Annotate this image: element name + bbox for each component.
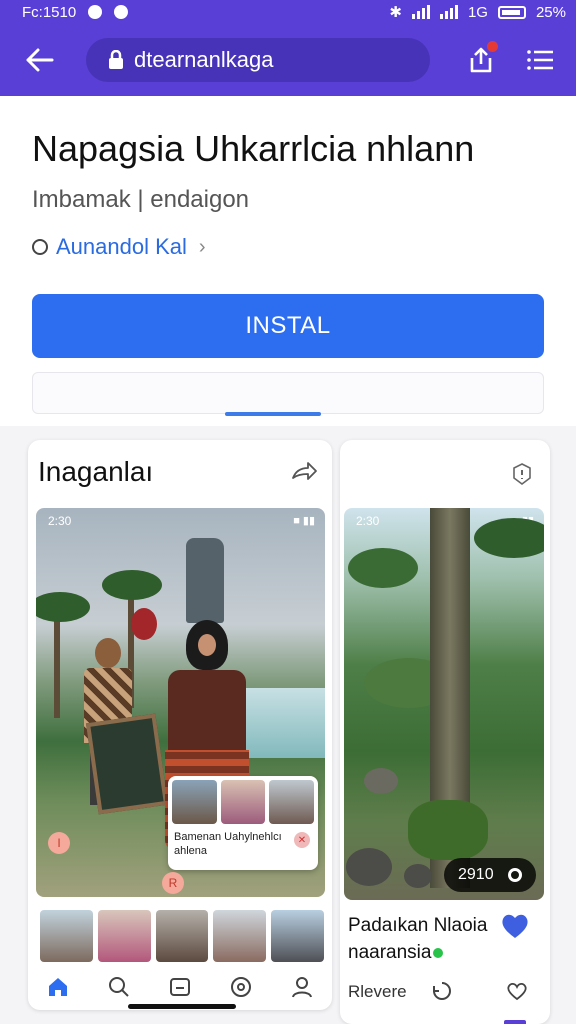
photo-counter[interactable]: 2910 <box>444 858 536 892</box>
thumbnail[interactable] <box>213 910 267 962</box>
palm-fronds <box>102 570 162 600</box>
lock-icon <box>109 50 123 69</box>
thumbnail-strip <box>40 910 324 962</box>
balloon <box>131 608 157 640</box>
post-title-line1: Padaıkan Nlaoia <box>348 915 488 936</box>
stone <box>404 864 432 888</box>
map-pin-icon[interactable]: R <box>162 872 184 894</box>
search-icon <box>109 977 129 997</box>
status-time: Fc:1510 <box>22 3 77 21</box>
back-arrow-icon <box>26 48 54 72</box>
screenshot-status-icons: ■ ▮▮ <box>293 515 315 527</box>
overlay-thumbnail[interactable] <box>172 780 217 824</box>
rock-tower <box>186 538 224 623</box>
framed-picture <box>85 713 169 815</box>
developer-name: Aunandol Kal <box>56 234 187 259</box>
photo-counter-value: 2910 <box>458 866 494 883</box>
post-title-line2: naaransia <box>348 942 432 963</box>
battery-percent: 25% <box>535 3 566 21</box>
share-button[interactable] <box>466 41 498 75</box>
overlay-thumbnail[interactable] <box>220 780 266 824</box>
thumbnail[interactable] <box>155 910 209 962</box>
notification-icon <box>88 5 103 19</box>
screenshot-status-time: 2:30 <box>48 514 72 528</box>
nav-messages[interactable] <box>167 974 193 1000</box>
battery-icon <box>497 5 526 19</box>
screenshot-status-time: 2:30 <box>356 514 380 528</box>
home-icon <box>49 978 68 996</box>
cell-signal-icon <box>439 5 458 19</box>
carousel-indicator <box>225 412 321 416</box>
browser-toolbar: dtearnanlkaga <box>0 24 576 96</box>
screenshot-title: Inaganlaı <box>38 456 154 487</box>
messages-icon <box>169 978 190 996</box>
screenshot-image-palm: 2:30 ■ ▮▮ 2910 <box>344 508 544 900</box>
menu-button[interactable] <box>526 45 556 75</box>
nav-search[interactable] <box>106 974 132 1000</box>
screenshot-card-left[interactable]: Inaganlaı 2:30 ■ ▮▮ Bamenan Uahylnehlcı … <box>28 440 332 1010</box>
home-indicator <box>128 1004 236 1009</box>
network-type-label: 1G <box>467 3 488 21</box>
heart-icon[interactable] <box>500 912 530 940</box>
more-link[interactable]: Rlevere <box>348 982 407 1002</box>
moss <box>408 800 488 860</box>
palm-trunk <box>54 608 60 718</box>
thumbnail[interactable] <box>97 910 151 962</box>
palm-fronds <box>36 592 90 622</box>
app-notification-icon <box>114 5 129 19</box>
nav-home[interactable] <box>45 974 71 1000</box>
install-button[interactable]: INSTAL <box>32 294 544 358</box>
stone <box>364 768 398 794</box>
explore-icon <box>230 977 251 997</box>
forward-icon[interactable] <box>290 460 318 484</box>
record-icon <box>507 868 522 882</box>
status-bar: Fc:1510 ✱ 1G 25% <box>0 0 576 24</box>
nav-explore[interactable] <box>228 974 254 1000</box>
developer-link[interactable]: Aunandol Kal › <box>32 234 206 260</box>
address-bar[interactable]: dtearnanlkaga <box>86 38 430 82</box>
palm-fronds <box>348 548 418 588</box>
secondary-bar <box>32 372 544 414</box>
close-icon[interactable]: ✕ <box>294 832 310 848</box>
post-title: Padaıkan Nlaoia naaransia <box>348 912 498 966</box>
tab-indicator <box>504 1020 526 1024</box>
overlay-thumbnail[interactable] <box>269 780 315 824</box>
developer-circle-icon <box>32 239 48 255</box>
screenshot-card-right[interactable]: 2:30 ■ ▮▮ 2910 Padaıkan Nlaoia naaransia… <box>340 440 550 1024</box>
app-subtitle: Imbamak | endaigon <box>32 186 250 213</box>
profile-icon <box>291 977 312 998</box>
back-button[interactable] <box>20 40 60 80</box>
nav-profile[interactable] <box>289 974 315 1000</box>
thumbnail[interactable] <box>40 910 93 962</box>
map-pin-icon[interactable]: I <box>48 832 70 854</box>
url-text: dtearnanlkaga <box>134 47 274 72</box>
bluetooth-icon: ✱ <box>389 4 402 21</box>
notification-badge <box>487 41 498 52</box>
online-status-icon <box>433 947 444 958</box>
wifi-signal-icon <box>411 5 430 19</box>
chevron-right-icon: › <box>198 235 206 258</box>
favorite-outline-icon <box>507 982 527 1001</box>
info-icon[interactable] <box>510 462 534 486</box>
menu-icon <box>527 50 553 70</box>
screenshot-image-beach: 2:30 ■ ▮▮ Bamenan Uahylnehlcı ahlena ✕ I… <box>36 508 325 897</box>
people-overlay-panel[interactable]: Bamenan Uahylnehlcı ahlena ✕ <box>168 776 318 870</box>
stone <box>346 848 392 886</box>
reply-icon <box>433 982 451 1000</box>
thumbnail[interactable] <box>271 910 324 962</box>
app-title: Napagsia Uhkarrlcia nhlann <box>32 128 475 169</box>
palm-fronds <box>474 518 544 558</box>
